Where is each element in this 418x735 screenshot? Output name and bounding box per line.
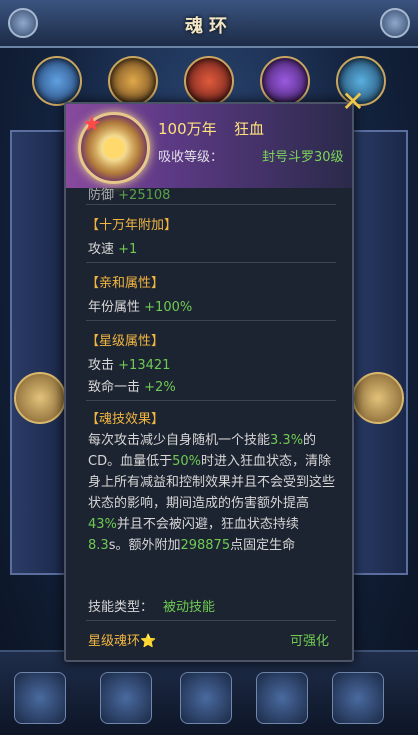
defense-label: 防御 bbox=[88, 188, 115, 203]
bottom-icon-5[interactable] bbox=[332, 672, 384, 724]
skill-value: 50% bbox=[172, 454, 201, 469]
star-ring-label: 星级魂环⭐ bbox=[88, 630, 156, 649]
skill-text: s。额外附加 bbox=[108, 538, 181, 553]
skill-value: 43% bbox=[88, 517, 117, 532]
divider bbox=[86, 320, 336, 321]
ten-thousand-title: 【十万年附加】 bbox=[86, 218, 178, 233]
absorb-level-value: 封号斗罗30级 bbox=[262, 150, 344, 165]
tooltip-header: ★ 100万年 狂血 吸收等级： 封号斗罗30级 bbox=[66, 104, 352, 188]
attack-label: 攻击 bbox=[88, 358, 115, 373]
bottom-icon-3[interactable] bbox=[180, 672, 232, 724]
year-attr-line: 年份属性 +100% bbox=[88, 296, 192, 315]
ring-slot-4[interactable] bbox=[260, 56, 310, 106]
absorb-level-label: 吸收等级： bbox=[158, 150, 224, 165]
attack-line: 攻击 +13421 bbox=[88, 354, 170, 373]
attack-speed-line: 攻速 +1 bbox=[88, 238, 137, 257]
left-side-panel bbox=[10, 130, 70, 575]
ring-years: 100万年 bbox=[158, 120, 217, 138]
star-attr-title: 【星级属性】 bbox=[86, 334, 165, 349]
attack-value: +13421 bbox=[118, 358, 171, 373]
star-ring-text: 星级魂环 bbox=[88, 634, 141, 649]
skill-effect-title: 【魂技效果】 bbox=[86, 412, 165, 427]
bottom-icon-1[interactable] bbox=[14, 672, 66, 724]
menu-icon[interactable] bbox=[380, 8, 410, 38]
left-orb-icon[interactable] bbox=[14, 372, 66, 424]
skill-value: 3.3% bbox=[270, 433, 304, 448]
year-attr-label: 年份属性 bbox=[88, 300, 141, 315]
year-attr-value: +100% bbox=[144, 300, 193, 315]
crit-line: 致命一击 +2% bbox=[88, 376, 176, 395]
soul-ring-tooltip: ★ 100万年 狂血 吸收等级： 封号斗罗30级 防御 +25108 【十万年附… bbox=[64, 102, 354, 662]
ring-core bbox=[103, 137, 125, 159]
red-star-icon: ★ bbox=[82, 112, 102, 137]
enhance-button[interactable]: 可强化 bbox=[290, 630, 329, 649]
divider bbox=[86, 400, 336, 401]
crit-value: +2% bbox=[144, 380, 176, 395]
skill-type-value: 被动技能 bbox=[163, 600, 216, 615]
defense-line: 防御 +25108 bbox=[88, 184, 170, 203]
skill-text: 点固定生命 bbox=[230, 538, 296, 553]
divider bbox=[86, 204, 336, 205]
defense-value: +25108 bbox=[118, 188, 171, 203]
ring-slot-1[interactable] bbox=[32, 56, 82, 106]
bottom-icon-2[interactable] bbox=[100, 672, 152, 724]
crit-label: 致命一击 bbox=[88, 380, 141, 395]
ring-slot-2[interactable] bbox=[108, 56, 158, 106]
bottom-icon-4[interactable] bbox=[256, 672, 308, 724]
skill-type-label: 技能类型： bbox=[88, 600, 154, 615]
skill-value: 298875 bbox=[180, 538, 231, 553]
affinity-title: 【亲和属性】 bbox=[86, 276, 165, 291]
attack-speed-label: 攻速 bbox=[88, 242, 115, 257]
attack-speed-value: +1 bbox=[118, 242, 138, 257]
skill-text: 每次攻击减少自身随机一个技能 bbox=[88, 433, 271, 448]
top-bar: 魂环 bbox=[0, 0, 418, 48]
skill-description: 每次攻击减少自身随机一个技能3.3%的CD。血量低于50%时进入狂血状态，清除身… bbox=[88, 430, 336, 556]
skill-text: 并且不会被闪避，狂血状态持续 bbox=[116, 517, 299, 532]
skill-value: 8.3 bbox=[88, 538, 109, 553]
ring-name: 狂血 bbox=[234, 120, 265, 138]
close-icon[interactable]: ✕ bbox=[340, 88, 366, 116]
right-side-panel bbox=[348, 130, 408, 575]
screen-title: 魂环 bbox=[185, 16, 233, 37]
star-icon: ⭐ bbox=[140, 634, 157, 649]
divider bbox=[86, 620, 336, 621]
ring-slot-3[interactable] bbox=[184, 56, 234, 106]
divider bbox=[86, 262, 336, 263]
right-orb-icon[interactable] bbox=[352, 372, 404, 424]
